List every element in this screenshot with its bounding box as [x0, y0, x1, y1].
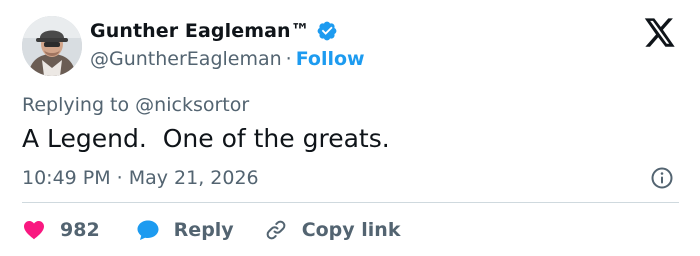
divider [22, 202, 679, 203]
copy-link-button[interactable]: Copy link [264, 218, 401, 242]
author-name-row: Gunther Eagleman™ [90, 20, 338, 42]
post-text: A Legend. One of the greats. [22, 124, 390, 153]
post-time: 10:49 PM [22, 167, 111, 189]
replying-to-line: Replying to @nicksortor [22, 94, 249, 116]
verified-badge-icon [317, 21, 337, 41]
author-handle[interactable]: @GuntherEagleman [90, 48, 282, 70]
like-button[interactable]: 982 [22, 218, 100, 242]
link-icon [266, 220, 286, 240]
avatar-photo [22, 16, 82, 76]
like-count: 982 [60, 219, 100, 241]
avatar[interactable] [22, 16, 82, 76]
handle-separator: · [285, 48, 292, 70]
author-display-name[interactable]: Gunther Eagleman™ [90, 20, 310, 42]
post-timestamp[interactable]: 10:49 PM · May 21, 2026 [22, 167, 259, 189]
timestamp-separator: · [116, 167, 123, 189]
action-bar: 982 Reply Copy link [22, 215, 400, 245]
copy-link-label: Copy link [301, 219, 401, 241]
follow-button[interactable]: Follow [296, 48, 365, 70]
info-icon[interactable] [650, 166, 674, 190]
author-handle-row: @GuntherEagleman · Follow [90, 48, 365, 70]
post-date: May 21, 2026 [128, 167, 259, 189]
replying-to-mention[interactable]: @nicksortor [135, 94, 249, 116]
speech-bubble-icon [137, 220, 159, 240]
reply-label: Reply [173, 219, 234, 241]
embedded-post-card: Gunther Eagleman™ @GuntherEagleman · Follo… [0, 0, 700, 256]
heart-icon [24, 221, 44, 240]
replying-to-prefix: Replying to [22, 94, 130, 116]
x-logo-icon[interactable] [644, 18, 676, 48]
reply-button[interactable]: Reply [136, 218, 234, 242]
